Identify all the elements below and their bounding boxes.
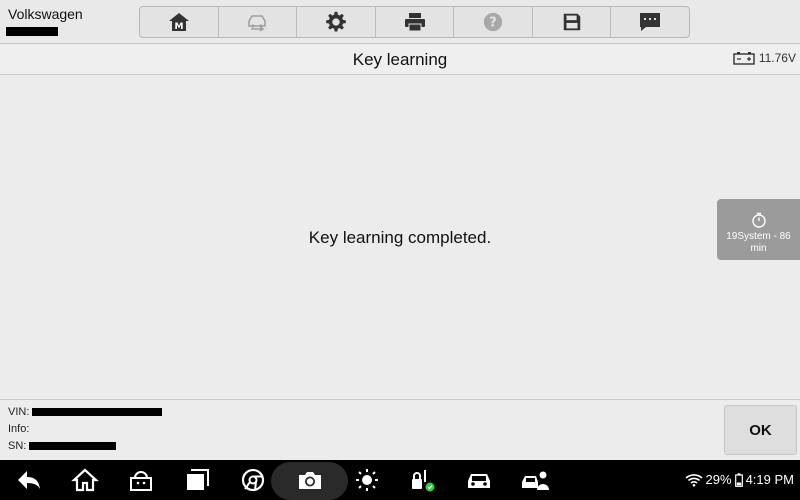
vehicle-info-footer: VIN: Info: SN: OK [0, 399, 800, 460]
info-line: Info: [8, 423, 29, 435]
brightness-icon [356, 469, 378, 491]
vehicle-swap-button[interactable] [219, 7, 298, 37]
recents-icon [187, 469, 209, 490]
status-bar: 29% 4:19 PM [685, 472, 794, 487]
gear-icon [326, 11, 346, 32]
back-icon [18, 471, 40, 489]
app-store-button[interactable] [126, 466, 156, 494]
home-button[interactable]: M [140, 7, 219, 37]
recents-button[interactable] [182, 466, 212, 494]
sn-line: SN: [8, 440, 117, 452]
remote-lock-icon [412, 470, 435, 492]
browser-button[interactable] [238, 466, 268, 494]
print-button[interactable] [376, 7, 455, 37]
sn-label: SN: [8, 440, 27, 452]
camera-icon [299, 472, 321, 489]
info-label: Info: [8, 423, 30, 435]
vehicle-user-button[interactable] [520, 466, 550, 494]
chrome-icon [241, 468, 265, 492]
svg-text:M: M [174, 22, 183, 32]
save-icon [563, 13, 580, 31]
ok-button[interactable]: OK [724, 405, 797, 455]
vehicle-button[interactable] [464, 466, 494, 494]
help-button[interactable]: ? [454, 7, 533, 37]
message-icon [640, 13, 661, 31]
help-icon: ? [483, 12, 503, 32]
brightness-button[interactable] [352, 466, 382, 494]
svg-text:?: ? [489, 16, 496, 31]
home-nav-button[interactable] [70, 466, 100, 494]
vehicle-brand: Volkswagen [8, 6, 83, 22]
android-store-icon [130, 471, 152, 491]
home-m-icon: M [168, 13, 189, 32]
clock: 4:19 PM [745, 472, 794, 487]
top-toolbar: Volkswagen M ? [0, 0, 800, 44]
car-icon [468, 474, 490, 488]
message-button[interactable] [611, 7, 689, 37]
settings-button[interactable] [297, 7, 376, 37]
redacted-field [29, 442, 117, 450]
system-navigation-bar: 29% 4:19 PM [0, 460, 800, 500]
camera-button[interactable] [295, 466, 325, 494]
voltage-value: 11.76V [758, 51, 796, 65]
vin-line: VIN: [8, 406, 163, 418]
wifi-icon [685, 473, 703, 487]
vehicle-swap-icon [248, 15, 267, 32]
save-button[interactable] [533, 7, 612, 37]
battery-icon [734, 472, 743, 487]
main-content: Key learning completed. 19System - 86 mi… [0, 76, 800, 399]
timer-label: 19System - 86 min [726, 231, 791, 254]
car-battery-icon [733, 52, 755, 65]
car-person-icon [522, 471, 549, 490]
redacted-field [6, 27, 58, 36]
page-title: Key learning [352, 50, 448, 69]
battery-percent: 29% [705, 472, 732, 487]
title-bar: Key learning 11.76V [0, 45, 800, 75]
stopwatch-icon [751, 212, 766, 228]
home-icon [71, 468, 99, 492]
redacted-field [32, 408, 163, 416]
session-timer-widget[interactable]: 19System - 86 min [717, 199, 800, 260]
app-window: Volkswagen M ? Key learning 11.76V Key l… [0, 0, 800, 500]
vin-label: VIN: [8, 406, 30, 418]
battery-voltage: 11.76V [733, 51, 796, 65]
printer-icon [404, 13, 425, 32]
toolbar-button-group: M ? [139, 6, 690, 38]
status-message: Key learning completed. [308, 228, 492, 247]
back-button[interactable] [14, 466, 44, 494]
remote-lock-button[interactable] [408, 466, 438, 494]
